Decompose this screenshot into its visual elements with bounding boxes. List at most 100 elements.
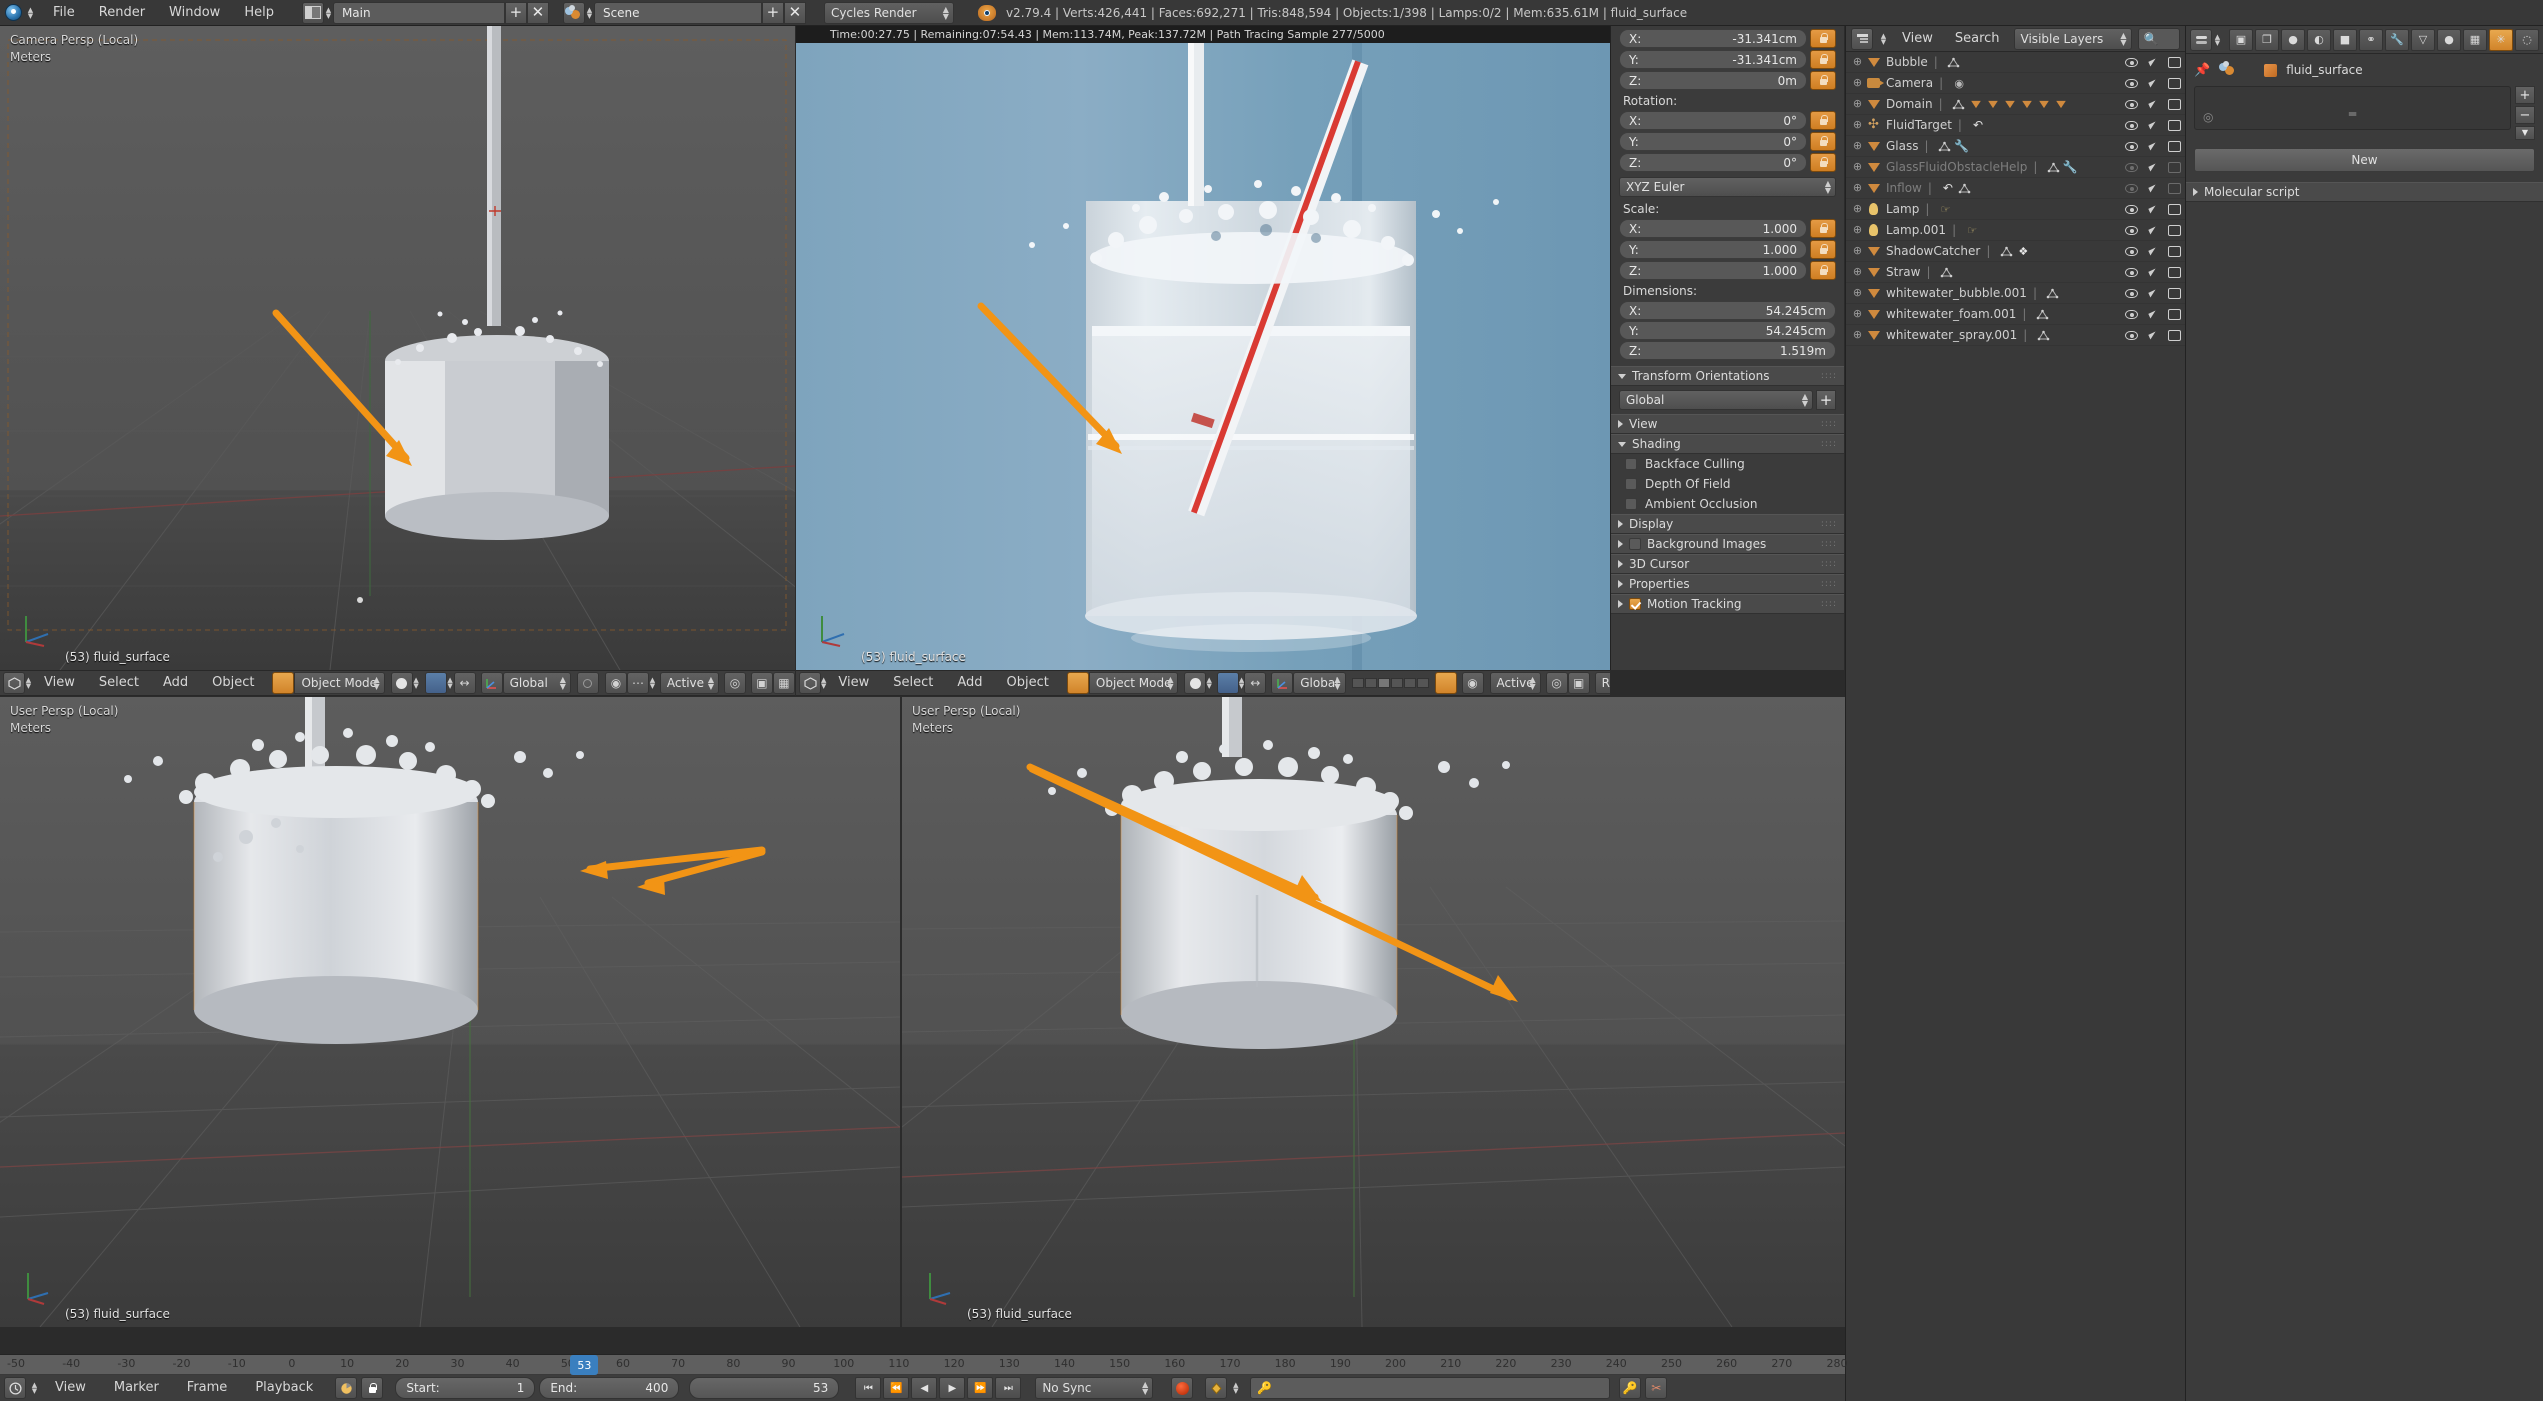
expand-icon[interactable]: ⊕ [1852, 98, 1863, 110]
jump-to-start-button[interactable]: ⏮ [855, 1377, 882, 1399]
timeline-menu-playback[interactable]: Playback [243, 1375, 325, 1401]
snap-element-icon[interactable]: ⋯ [626, 672, 649, 694]
previous-keyframe-button[interactable]: ⏪ [883, 1377, 910, 1399]
render-layers-tab[interactable]: ❐ [2255, 28, 2279, 51]
ambient-occlusion-checkbox[interactable] [1625, 498, 1637, 510]
viewport-top-left[interactable]: Camera Persp (Local) Meters (53) fluid_s… [0, 26, 795, 670]
rotation-x-field[interactable]: X: 0° [1619, 111, 1807, 130]
list-specials-button[interactable]: ▼ [2515, 126, 2535, 140]
outliner-row[interactable]: ⊕ ShadowCatcher | ❖ [1846, 241, 2185, 262]
location-row-z[interactable]: Z: 0m [1619, 70, 1836, 91]
scale-row-x[interactable]: X: 1.000 [1619, 218, 1836, 239]
expand-icon[interactable]: ⊕ [1852, 245, 1863, 257]
selectability-toggle-icon[interactable] [2148, 310, 2158, 318]
snap-during-transform-icon[interactable]: ↔ [453, 672, 476, 694]
render-engine-dropdown[interactable]: Cycles Render ▲ ▼ [823, 1, 954, 24]
modifiers-tab[interactable]: 🔧 [2385, 28, 2409, 51]
properties-editor-spinner[interactable]: ▲ ▼ [2214, 33, 2221, 46]
panel-molecular-script[interactable]: Molecular script [2186, 182, 2543, 202]
expand-icon[interactable]: ⊕ [1852, 203, 1863, 215]
snap-magnet-icon-2[interactable]: ◉ [1461, 672, 1484, 694]
outliner-editor[interactable]: ▲ ▼ View Search Visible Layers ▲ ▼ 🔍 ⊕ Bubb… [1845, 26, 2185, 1401]
scale-y-field[interactable]: Y: 1.000 [1619, 240, 1807, 259]
visibility-toggle-icon[interactable] [2125, 288, 2138, 298]
expand-icon[interactable]: ⊕ [1852, 161, 1863, 173]
lock-location-z-button[interactable] [1810, 71, 1836, 90]
scale-row-y[interactable]: Y: 1.000 [1619, 239, 1836, 260]
outliner-row[interactable]: ⊕ Glass | 🔧 [1846, 136, 2185, 157]
expand-icon[interactable]: ⊕ [1852, 266, 1863, 278]
renderability-toggle-icon[interactable] [2168, 308, 2181, 320]
constraint-icon[interactable]: ↶ [1941, 181, 1955, 195]
render-tab[interactable]: ▣ [2229, 28, 2253, 51]
rotation-y-field[interactable]: Y: 0° [1619, 132, 1807, 151]
selectability-toggle-icon[interactable] [2148, 205, 2158, 213]
outliner-search-input[interactable]: 🔍 [2137, 27, 2180, 50]
visibility-toggle-icon[interactable] [2125, 162, 2138, 172]
render-slot-icon[interactable]: ▣ [1567, 672, 1590, 694]
outliner-row-toggles[interactable] [2125, 203, 2181, 215]
outliner-row-toggles[interactable] [2125, 308, 2181, 320]
mesh-data-icon[interactable] [1938, 140, 1952, 153]
particles-tab[interactable]: ✳ [2489, 28, 2513, 51]
renderability-toggle-icon[interactable] [2168, 287, 2181, 299]
pivot-point-icon[interactable] [424, 672, 447, 694]
timeline-editor-icon[interactable] [4, 1377, 26, 1399]
selectability-toggle-icon[interactable] [2148, 163, 2158, 171]
next-keyframe-button[interactable]: ⏩ [967, 1377, 994, 1399]
outliner-row-toggles[interactable] [2125, 287, 2181, 299]
expand-icon[interactable]: ⊕ [1852, 77, 1863, 89]
renderability-toggle-icon[interactable] [2168, 140, 2181, 152]
panel-3d-cursor[interactable]: 3D Cursor :::: [1611, 554, 1844, 574]
auto-keyframe-button[interactable] [1171, 1377, 1194, 1399]
location-x-field[interactable]: X: -31.341cm [1619, 29, 1807, 48]
list-side-buttons[interactable]: + − ▼ [2515, 86, 2535, 140]
interaction-mode-dropdown-2[interactable]: Object Mode ▲ ▼ [1088, 672, 1179, 694]
menu-render[interactable]: Render [87, 0, 157, 26]
ambient-occlusion-row[interactable]: Ambient Occlusion [1611, 494, 1844, 514]
insert-keyframe-button[interactable]: 🔑 [1619, 1377, 1642, 1399]
lock-time-to-other-windows-icon[interactable] [361, 1377, 384, 1399]
dimension-x-field[interactable]: X: 54.245cm [1619, 301, 1836, 320]
viewport-header-top-left[interactable]: ▲ ▼ View Select Add Object Object Mode ▲ ▼… [0, 670, 795, 696]
renderability-toggle-icon[interactable] [2168, 56, 2181, 68]
viewport-properties-sidebar[interactable]: X: -31.341cm Y: -31.341cm Z: 0m Rotation… [1610, 26, 1844, 670]
visibility-toggle-icon[interactable] [2125, 309, 2138, 319]
outliner-menu-view[interactable]: View [1894, 26, 1941, 52]
outliner-row[interactable]: ⊕ ✣ FluidTarget | ↶ [1846, 115, 2185, 136]
viewport-top-right-render[interactable]: (53) fluid_surface Time:00:27.75 | Remai… [796, 26, 1610, 670]
screen-layout-selector[interactable]: ▲ ▼ Main + ✕ [301, 1, 549, 24]
lamp-data-icon[interactable]: ☞ [1938, 203, 1952, 216]
scene-icon[interactable] [562, 1, 585, 24]
menu-window[interactable]: Window [157, 0, 232, 26]
timeline-menu-view[interactable]: View [43, 1375, 98, 1401]
renderability-toggle-icon[interactable] [2168, 77, 2181, 89]
visibility-toggle-icon[interactable] [2125, 183, 2138, 193]
mesh-icon[interactable] [1969, 98, 1983, 111]
vp-menu-select[interactable]: Select [87, 671, 151, 695]
add-screen-button[interactable]: + [504, 1, 527, 24]
outliner-row[interactable]: ⊕ Lamp.001 | ☞ [1846, 220, 2185, 241]
layer-mode-dropdown-2[interactable]: Active ▲ ▼ [1489, 672, 1541, 694]
rotation-row-x[interactable]: X: 0° [1619, 110, 1836, 131]
outliner-row-toggles[interactable] [2125, 245, 2181, 257]
outliner-display-mode-icon[interactable] [1851, 27, 1873, 50]
lock-rotation-y-button[interactable] [1810, 132, 1836, 151]
pivot-spinner[interactable]: ▲ ▼ [447, 677, 454, 690]
outliner-row-toggles[interactable] [2125, 182, 2181, 194]
selectability-toggle-icon[interactable] [2148, 268, 2158, 276]
proportional-editing-icon-2[interactable] [1434, 672, 1457, 694]
constraint-icon[interactable]: ↶ [1971, 118, 1985, 132]
panel-motion-tracking[interactable]: Motion Tracking :::: [1611, 594, 1844, 614]
visibility-toggle-icon[interactable] [2125, 246, 2138, 256]
editor-type-icon[interactable] [3, 672, 25, 694]
lock-scale-y-button[interactable] [1810, 240, 1836, 259]
rotation-mode-dropdown[interactable]: XYZ Euler ▲ ▼ [1619, 177, 1836, 197]
panel-background-images[interactable]: Background Images :::: [1611, 534, 1844, 554]
properties-tab-strip[interactable]: ▲ ▼ ▣ ❐ ● ◐ ■ ⚭ 🔧 ▽ ● ▦ ✳ ◌ [2186, 26, 2543, 54]
visibility-toggle-icon[interactable] [2125, 78, 2138, 88]
lock-location-x-button[interactable] [1810, 29, 1836, 48]
background-images-checkbox[interactable] [1629, 538, 1641, 550]
dimension-z-field[interactable]: Z: 1.519m [1619, 341, 1836, 360]
timeline-ruler[interactable]: -50 -40 -30 -20 -10 0 10 20 30 40 50 60 70 80 90 100 110… [0, 1355, 1848, 1375]
